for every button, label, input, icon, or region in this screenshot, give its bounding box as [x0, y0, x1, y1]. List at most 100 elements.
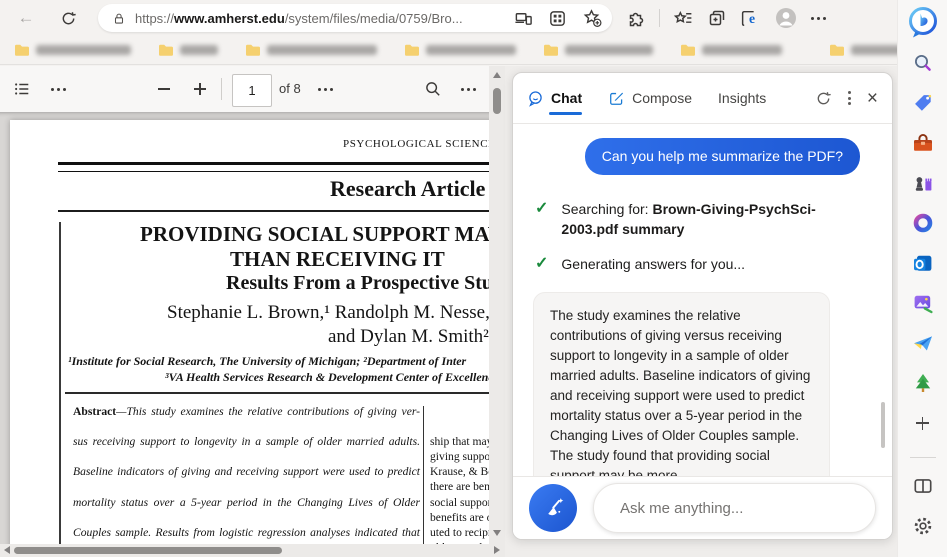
extensions-icon[interactable]: [626, 8, 646, 28]
article-type-heading: Research Article: [330, 176, 486, 201]
refresh-chat-icon[interactable]: [815, 90, 832, 107]
page-count-label: of 8: [279, 81, 301, 96]
refresh-button[interactable]: [56, 6, 80, 30]
sidebar-drop-button[interactable]: [903, 323, 943, 363]
pdf-horizontal-scrollbar[interactable]: [0, 544, 505, 557]
bookmark-label-redacted: [180, 45, 218, 55]
paper-plane-icon: [913, 336, 932, 351]
tab-insights-label: Insights: [718, 90, 767, 106]
tab-chat-label: Chat: [551, 90, 583, 106]
address-bar[interactable]: https://www.amherst.edu/system/files/med…: [98, 4, 612, 32]
scroll-down-arrow[interactable]: [492, 530, 501, 536]
tab-insights[interactable]: Insights: [718, 73, 766, 123]
scroll-right-arrow[interactable]: [494, 546, 500, 554]
sidebar-tools-button[interactable]: [903, 123, 943, 163]
zoom-out-button[interactable]: [152, 77, 176, 101]
title-left-bar: [59, 222, 61, 544]
tab-compose-label: Compose: [632, 90, 693, 106]
toolbox-icon: [913, 134, 932, 151]
sidebar-search-button[interactable]: [903, 43, 943, 83]
searching-prefix: Searching for:: [561, 201, 653, 217]
settings-more-button[interactable]: [811, 16, 826, 20]
chat-scrollbar-thumb[interactable]: [881, 402, 885, 448]
add-favorite-star-icon[interactable]: [582, 8, 602, 28]
sidebar-tree-button[interactable]: [903, 363, 943, 403]
folder-icon: [830, 44, 844, 56]
sidebar-games-button[interactable]: [903, 163, 943, 203]
tab-chat[interactable]: Chat: [527, 73, 583, 123]
back-button[interactable]: ←: [14, 6, 38, 30]
page-number-input[interactable]: [232, 74, 272, 107]
edge-sidebar-rail: [897, 0, 947, 557]
panel-more-button[interactable]: [847, 91, 851, 105]
affiliation-line1: ¹Institute for Social Research, The Univ…: [68, 354, 467, 368]
bookmark-label-redacted: [426, 45, 516, 55]
add-to-sidebar-button[interactable]: [903, 403, 943, 443]
rule: [58, 210, 505, 212]
scroll-up-arrow[interactable]: [492, 72, 501, 78]
bing-copilot-button[interactable]: [903, 1, 943, 43]
url-text[interactable]: https://www.amherst.edu/system/files/med…: [135, 11, 463, 26]
zoom-in-button[interactable]: [188, 77, 212, 101]
split-screen-button[interactable]: [903, 466, 943, 506]
tree-icon: [915, 374, 930, 392]
bookmark-label-redacted: [267, 45, 377, 55]
journal-running-head: PSYCHOLOGICAL SCIENCE: [343, 138, 496, 150]
sidebar-microsoft365-button[interactable]: [903, 203, 943, 243]
bookmark-item[interactable]: [245, 43, 377, 57]
close-panel-button[interactable]: ×: [867, 89, 878, 108]
copilot-panel: Chat Compose Insights × Can you help me …: [512, 72, 893, 540]
microsoft-365-icon: [913, 213, 932, 233]
bookmark-item[interactable]: [680, 43, 782, 57]
split-screen-icon: [913, 479, 932, 493]
sidebar-image-creator-button[interactable]: [903, 283, 943, 323]
tab-compose[interactable]: Compose: [608, 73, 692, 123]
checkmark-icon: ✓: [535, 255, 549, 272]
abstract-line: Couples sample. Results from logistic re…: [73, 525, 420, 539]
status-row-searching: ✓ Searching for: Brown-Giving-PsychSci-2…: [535, 199, 868, 239]
chat-message-area[interactable]: Can you help me summarize the PDF? ✓ Sea…: [513, 124, 892, 476]
folder-icon: [681, 44, 695, 56]
chat-bubble-icon: [529, 90, 542, 107]
new-topic-button[interactable]: [529, 484, 577, 532]
sidebar-settings-button[interactable]: [903, 506, 943, 546]
pdf-search-button[interactable]: [421, 77, 445, 101]
abstract-line: Baseline indicators of giving and receiv…: [73, 465, 420, 479]
search-icon: [426, 82, 440, 96]
pdf-page: PSYCHOLOGICAL SCIENCE Research Article P…: [10, 120, 505, 544]
outlook-icon: [913, 255, 931, 271]
collections-icon[interactable]: [707, 8, 727, 28]
sidebar-outlook-button[interactable]: [903, 243, 943, 283]
pdf-vertical-scrollbar[interactable]: [489, 66, 505, 544]
bookmark-item[interactable]: [158, 43, 218, 57]
abstract-left-column: Abstract—This study examines the relativ…: [73, 404, 420, 544]
scroll-left-arrow[interactable]: [4, 546, 10, 554]
abstract-label: Abstract: [73, 405, 117, 418]
checkmark-icon: ✓: [535, 200, 549, 217]
apps-grid-icon[interactable]: [548, 9, 567, 28]
send-to-devices-icon[interactable]: [514, 9, 533, 28]
refresh-icon: [62, 11, 76, 24]
pdf-more-mid-button[interactable]: [313, 77, 337, 101]
lock-icon[interactable]: [112, 11, 126, 26]
vertical-scroll-thumb[interactable]: [493, 88, 501, 114]
sidebar-shopping-button[interactable]: [903, 83, 943, 123]
bookmark-item[interactable]: [404, 43, 516, 57]
pdf-more-right-button[interactable]: [456, 77, 480, 101]
horizontal-scroll-thumb[interactable]: [14, 547, 282, 554]
pdf-viewport[interactable]: PSYCHOLOGICAL SCIENCE Research Article P…: [0, 112, 505, 544]
pdf-more-left-button[interactable]: [46, 77, 70, 101]
bookmark-item[interactable]: [543, 43, 653, 57]
status-row-generating: ✓ Generating answers for you...: [535, 254, 868, 274]
user-message-bubble: Can you help me summarize the PDF?: [584, 138, 860, 175]
folder-icon: [159, 44, 173, 56]
image-creator-icon: [914, 295, 933, 314]
url-domain: www.amherst.edu: [174, 10, 285, 26]
ask-me-anything-input[interactable]: [593, 483, 876, 533]
edge-e-icon[interactable]: e: [740, 8, 761, 29]
svg-text:e: e: [749, 11, 755, 26]
favorites-icon[interactable]: [673, 8, 694, 29]
profile-avatar[interactable]: [774, 6, 798, 30]
pdf-contents-button[interactable]: [10, 77, 34, 101]
bookmark-item[interactable]: [14, 43, 131, 57]
